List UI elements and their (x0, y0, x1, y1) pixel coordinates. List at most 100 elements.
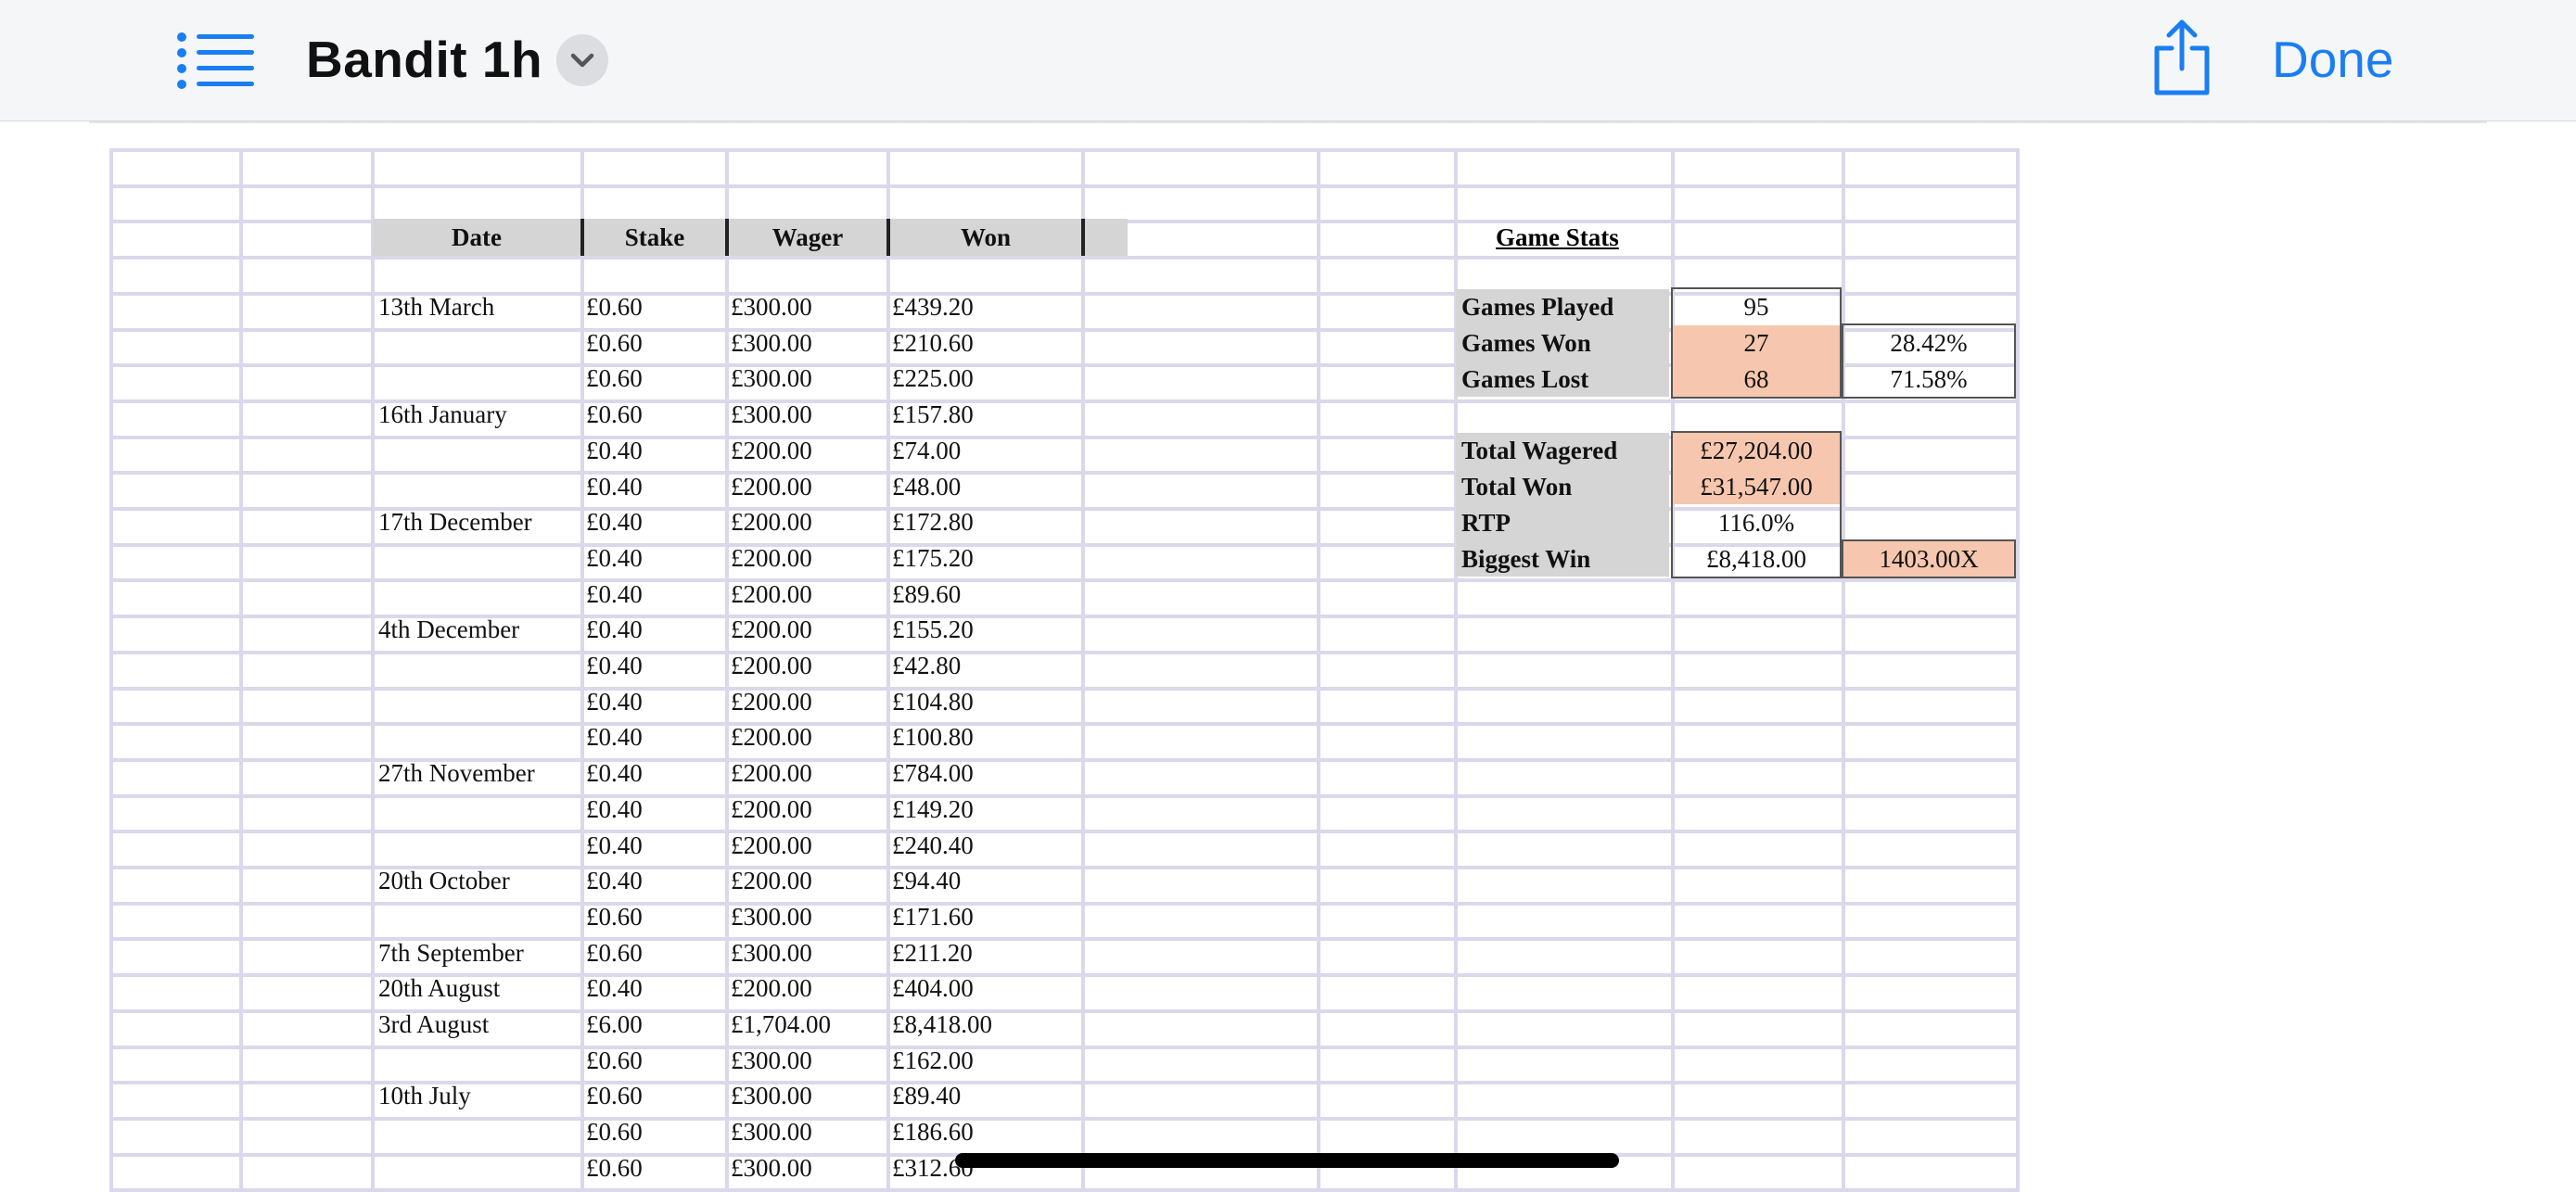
stake-cell[interactable]: £0.40 (586, 792, 643, 827)
wager-cell[interactable]: £300.00 (731, 1150, 812, 1186)
games-lost-percent[interactable]: 71.58% (1843, 361, 2014, 397)
chevron-down-icon[interactable] (556, 34, 608, 86)
total-won-label[interactable]: Total Won (1461, 469, 1572, 504)
won-cell[interactable]: £42.80 (892, 648, 961, 683)
wager-cell[interactable]: £300.00 (731, 935, 812, 970)
rtp-label[interactable]: RTP (1461, 505, 1511, 540)
won-cell[interactable]: £172.80 (892, 504, 974, 539)
date-cell[interactable]: 3rd August (378, 1007, 489, 1042)
won-cell[interactable]: £186.60 (892, 1114, 974, 1149)
stake-cell[interactable]: £0.60 (586, 397, 643, 432)
stake-cell[interactable]: £0.40 (586, 828, 643, 863)
date-cell[interactable]: 16th January (378, 397, 507, 432)
stake-cell[interactable]: £0.40 (586, 719, 643, 755)
stake-cell[interactable]: £0.60 (586, 935, 643, 970)
column-header-won[interactable]: Won (890, 219, 1081, 256)
stake-cell[interactable]: £0.60 (586, 325, 643, 361)
biggest-win-multiplier[interactable]: 1403.00X (1843, 541, 2014, 577)
biggest-win-label[interactable]: Biggest Win (1461, 541, 1590, 577)
date-cell[interactable]: 7th September (378, 935, 524, 970)
wager-cell[interactable]: £200.00 (731, 755, 812, 791)
wager-cell[interactable]: £300.00 (731, 1114, 812, 1149)
stake-cell[interactable]: £6.00 (586, 1007, 643, 1042)
wager-cell[interactable]: £300.00 (731, 325, 812, 361)
won-cell[interactable]: £240.40 (892, 828, 974, 863)
wager-cell[interactable]: £200.00 (731, 648, 812, 683)
wager-cell[interactable]: £200.00 (731, 504, 812, 539)
won-cell[interactable]: £48.00 (892, 469, 961, 504)
wager-cell[interactable]: £200.00 (731, 684, 812, 719)
wager-cell[interactable]: £200.00 (731, 719, 812, 755)
stake-cell[interactable]: £0.60 (586, 1114, 643, 1149)
games-won-percent[interactable]: 28.42% (1843, 325, 2014, 361)
stake-cell[interactable]: £0.60 (586, 1078, 643, 1113)
games-played-value[interactable]: 95 (1673, 289, 1840, 324)
column-header-stake[interactable]: Stake (584, 219, 725, 256)
won-cell[interactable]: £89.60 (892, 577, 961, 612)
won-cell[interactable]: £211.20 (892, 935, 973, 970)
wager-cell[interactable]: £300.00 (731, 361, 812, 396)
stake-cell[interactable]: £0.60 (586, 899, 643, 934)
wager-cell[interactable]: £1,704.00 (731, 1007, 831, 1042)
won-cell[interactable]: £784.00 (892, 755, 974, 791)
biggest-win-value[interactable]: £8,418.00 (1673, 541, 1840, 577)
stake-cell[interactable]: £0.40 (586, 970, 643, 1006)
list-icon[interactable] (176, 32, 254, 89)
wager-cell[interactable]: £300.00 (731, 899, 812, 934)
games-played-label[interactable]: Games Played (1461, 289, 1613, 324)
stake-cell[interactable]: £0.40 (586, 504, 643, 539)
won-cell[interactable]: £155.20 (892, 612, 974, 647)
column-header-wager[interactable]: Wager (729, 219, 886, 256)
stake-cell[interactable]: £0.40 (586, 612, 643, 647)
won-cell[interactable]: £225.00 (892, 361, 974, 396)
document-title[interactable]: Bandit 1h (306, 22, 542, 96)
rtp-value[interactable]: 116.0% (1673, 505, 1840, 540)
date-cell[interactable]: 20th August (378, 970, 500, 1006)
stake-cell[interactable]: £0.40 (586, 863, 643, 898)
wager-cell[interactable]: £200.00 (731, 792, 812, 827)
total-wagered-value[interactable]: £27,204.00 (1673, 433, 1840, 468)
date-cell[interactable]: 10th July (378, 1078, 471, 1113)
won-cell[interactable]: £171.60 (892, 899, 974, 934)
wager-cell[interactable]: £200.00 (731, 577, 812, 612)
games-lost-label[interactable]: Games Lost (1461, 361, 1588, 397)
won-cell[interactable]: £162.00 (892, 1043, 974, 1078)
won-cell[interactable]: £149.20 (892, 792, 974, 827)
won-cell[interactable]: £104.80 (892, 684, 974, 719)
stake-cell[interactable]: £0.40 (586, 433, 643, 468)
done-button[interactable]: Done (2272, 22, 2393, 96)
total-wagered-label[interactable]: Total Wagered (1461, 433, 1617, 468)
games-lost-value[interactable]: 68 (1673, 361, 1840, 397)
date-cell[interactable]: 20th October (378, 863, 510, 898)
date-cell[interactable]: 17th December (378, 504, 532, 539)
wager-cell[interactable]: £300.00 (731, 397, 812, 432)
stake-cell[interactable]: £0.60 (586, 361, 643, 396)
won-cell[interactable]: £439.20 (892, 289, 974, 324)
won-cell[interactable]: £404.00 (892, 970, 974, 1006)
stake-cell[interactable]: £0.60 (586, 1043, 643, 1078)
stake-cell[interactable]: £0.60 (586, 289, 643, 324)
won-cell[interactable]: £210.60 (892, 325, 974, 361)
column-header-date[interactable]: Date (373, 219, 580, 256)
won-cell[interactable]: £157.80 (892, 397, 974, 432)
stake-cell[interactable]: £0.40 (586, 540, 643, 576)
wager-cell[interactable]: £200.00 (731, 540, 812, 576)
wager-cell[interactable]: £300.00 (731, 1078, 812, 1113)
game-stats-title[interactable]: Game Stats (1496, 219, 1619, 256)
wager-cell[interactable]: £200.00 (731, 612, 812, 647)
games-won-value[interactable]: 27 (1673, 325, 1840, 361)
wager-cell[interactable]: £300.00 (731, 289, 812, 324)
date-cell[interactable]: 13th March (378, 289, 494, 324)
won-cell[interactable]: £74.00 (892, 433, 961, 468)
wager-cell[interactable]: £200.00 (731, 970, 812, 1006)
stake-cell[interactable]: £0.40 (586, 577, 643, 612)
date-cell[interactable]: 27th November (378, 755, 535, 791)
stake-cell[interactable]: £0.60 (586, 1150, 643, 1186)
share-icon[interactable] (2151, 17, 2213, 98)
date-cell[interactable]: 4th December (378, 612, 519, 647)
stake-cell[interactable]: £0.40 (586, 684, 643, 719)
stake-cell[interactable]: £0.40 (586, 755, 643, 791)
stake-cell[interactable]: £0.40 (586, 469, 643, 504)
total-won-value[interactable]: £31,547.00 (1673, 469, 1840, 504)
wager-cell[interactable]: £200.00 (731, 433, 812, 468)
